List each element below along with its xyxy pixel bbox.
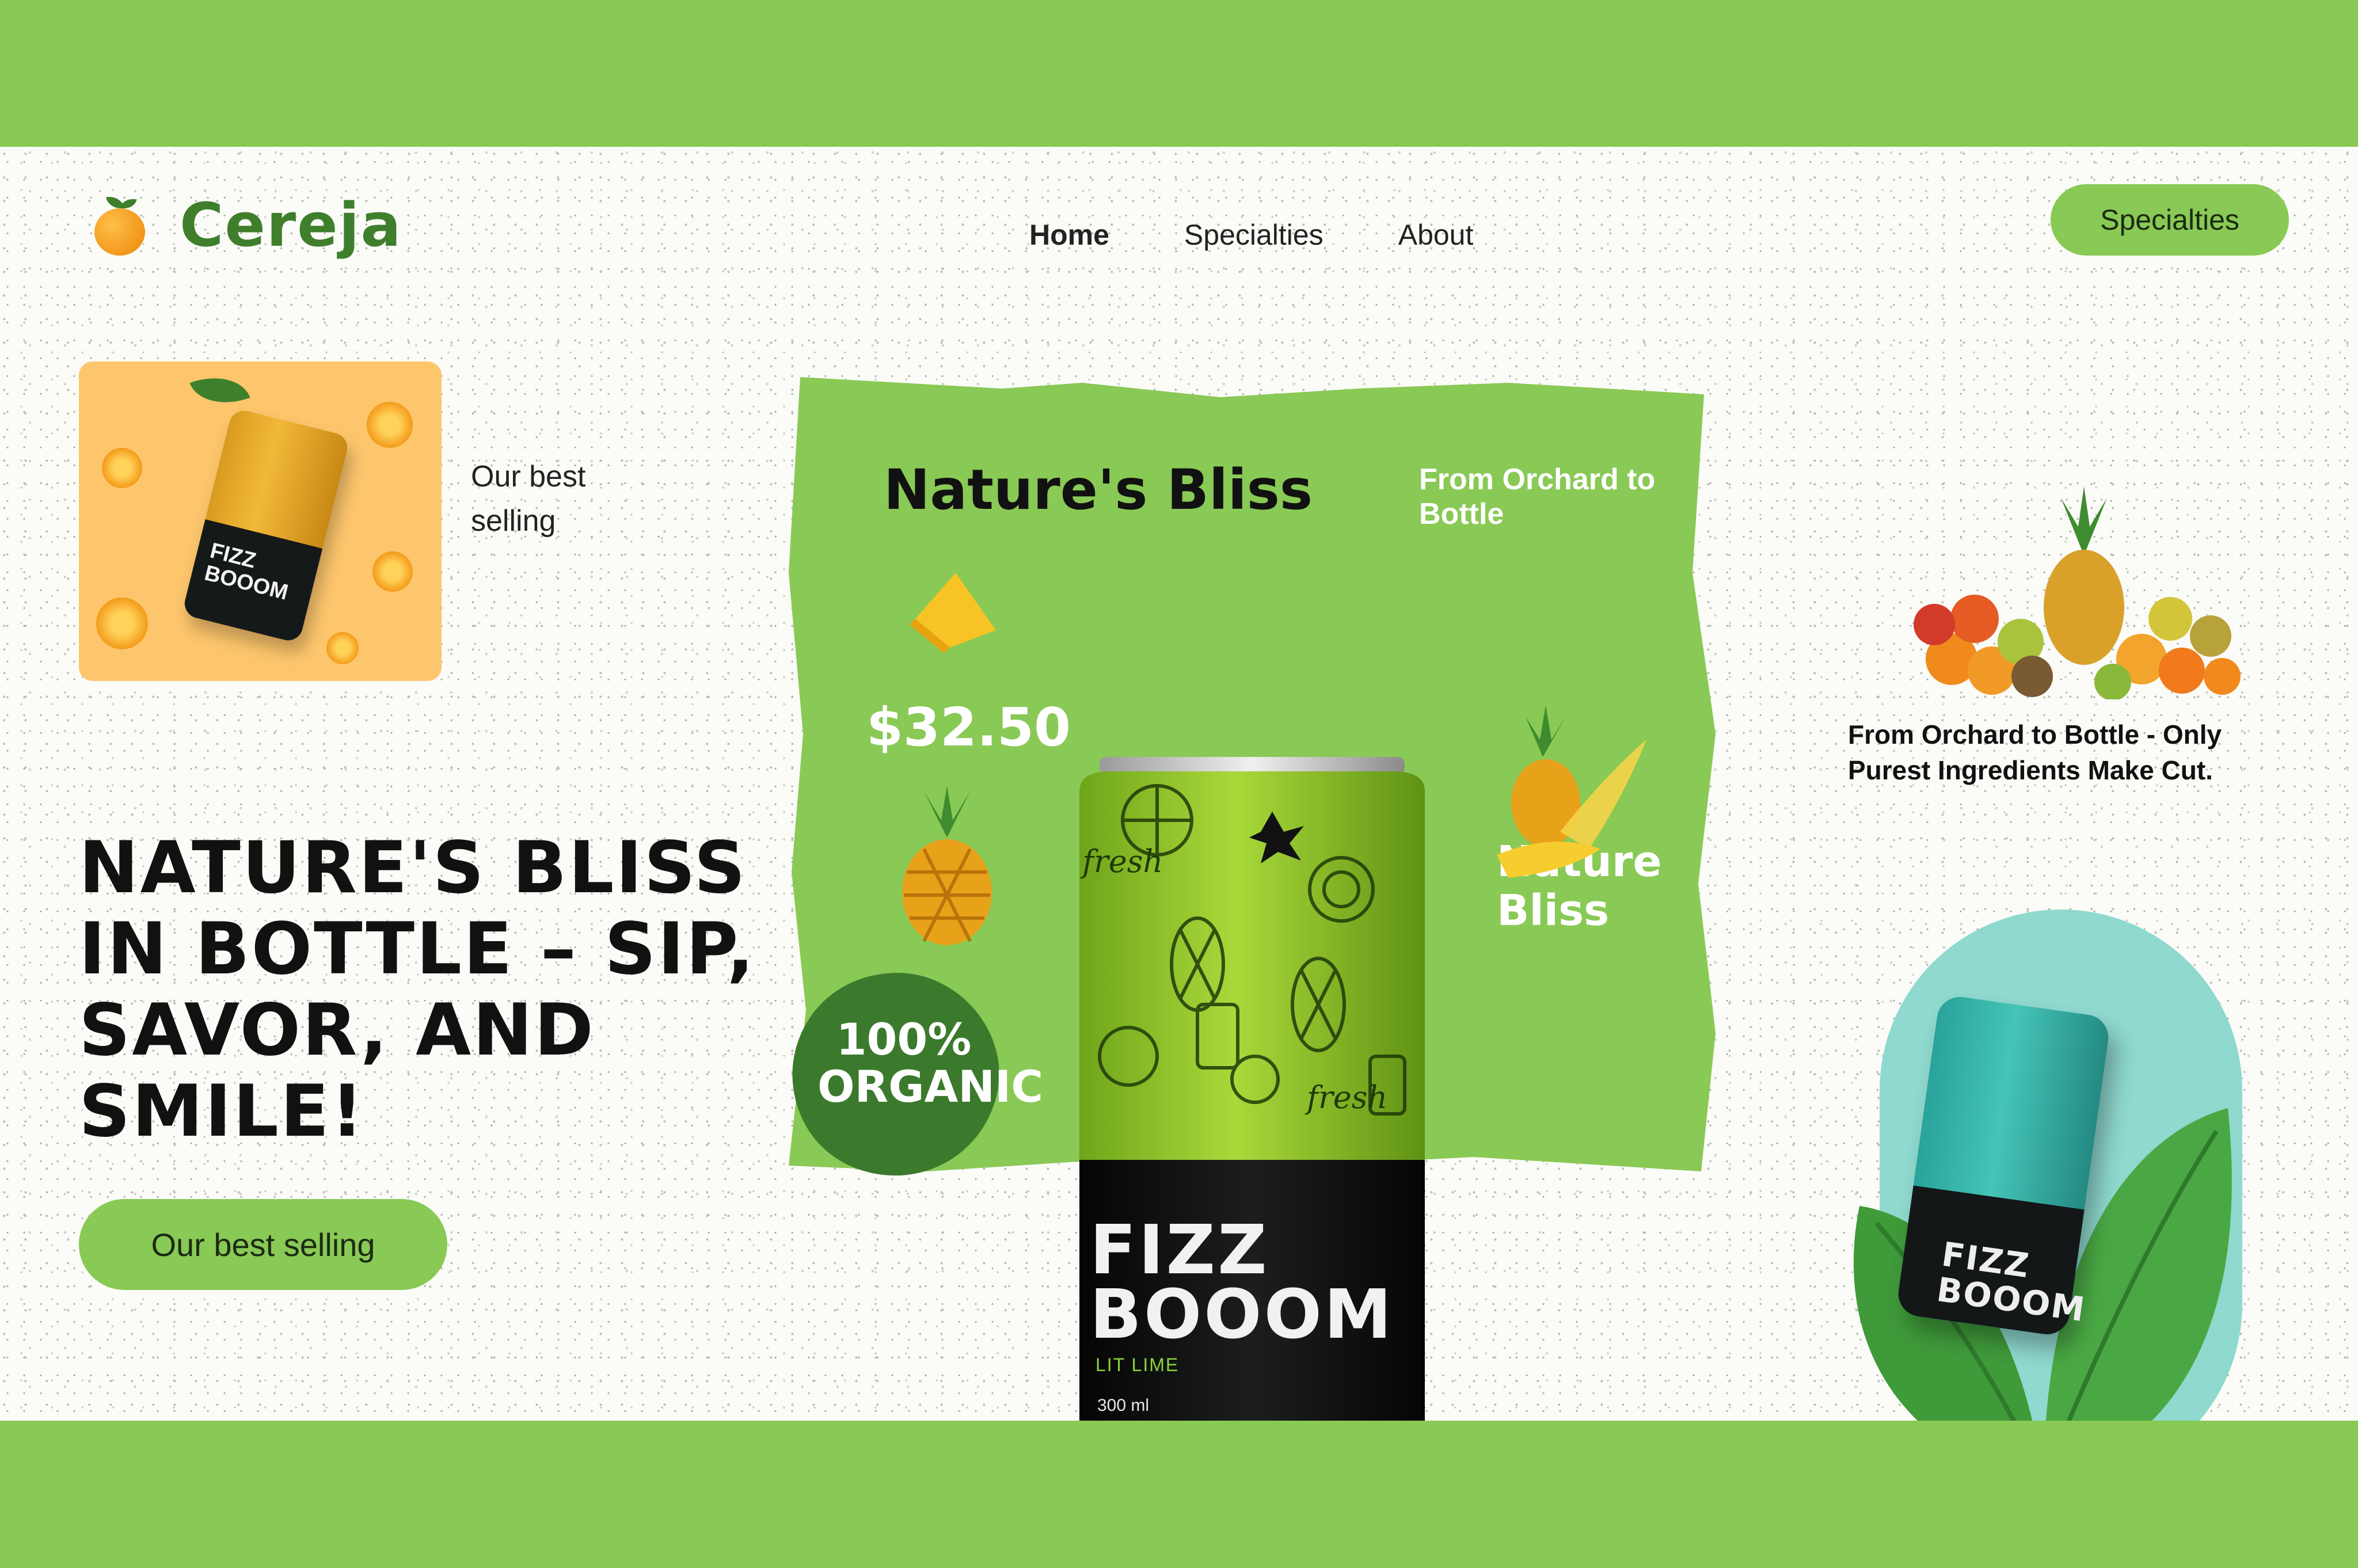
leaf-icon (189, 365, 250, 416)
banner-title: Nature's Bliss (884, 458, 1313, 522)
top-green-band (0, 0, 2358, 147)
banner-tagline: From Orchard to Bottle (1419, 463, 1656, 531)
bottom-green-band (0, 1421, 2358, 1568)
pineapple-splash-icon (1497, 705, 1646, 878)
hero-title: NATURE'S BLISS IN BOTTLE – SIP, SAVOR, A… (79, 827, 756, 1153)
nav-item-home[interactable]: Home (1029, 218, 1109, 252)
landing-page: Cereja Home Specialties About Specialtie… (0, 147, 2358, 1421)
pineapple-icon (902, 786, 992, 945)
organic-badge-text: 100% ORGANIC (817, 1014, 1043, 1112)
best-selling-card[interactable]: FIZZ BOOOM (79, 361, 442, 681)
orange-slice-icon (367, 402, 413, 448)
can-brand-text: FIZZ BOOOM (1090, 1210, 1394, 1354)
orange-slice-icon (102, 448, 142, 488)
orchard-caption: From Orchard to Bottle - Only Purest Ing… (1848, 720, 2222, 785)
orange-slice-icon (326, 632, 359, 664)
can-flavor: LIT LIME (1096, 1354, 1180, 1375)
can-image: FIZZ BOOOM (181, 408, 351, 644)
orange-icon (96, 597, 148, 649)
nav-item-about[interactable]: About (1398, 218, 1474, 252)
best-selling-button[interactable]: Our best selling (79, 1199, 447, 1290)
can-volume: 300 ml (1097, 1396, 1150, 1415)
price-label: $32.50 (866, 697, 1071, 758)
specialties-button[interactable]: Specialties (2051, 184, 2289, 256)
orange-slice-icon (372, 551, 413, 592)
brand-name: Cereja (180, 190, 402, 260)
pineapple-slice-icon (910, 573, 996, 653)
best-selling-label: Our best selling (471, 460, 586, 538)
main-nav: Home Specialties About (1029, 218, 1473, 252)
can-pattern-text: fresh (1082, 843, 1163, 880)
fruit-pile-image (1914, 486, 2241, 699)
brand-logo[interactable]: Cereja (92, 190, 402, 260)
orange-fruit-icon (92, 193, 150, 257)
nav-item-specialties[interactable]: Specialties (1184, 218, 1323, 252)
can-pattern-text: fresh (1307, 1079, 1388, 1116)
